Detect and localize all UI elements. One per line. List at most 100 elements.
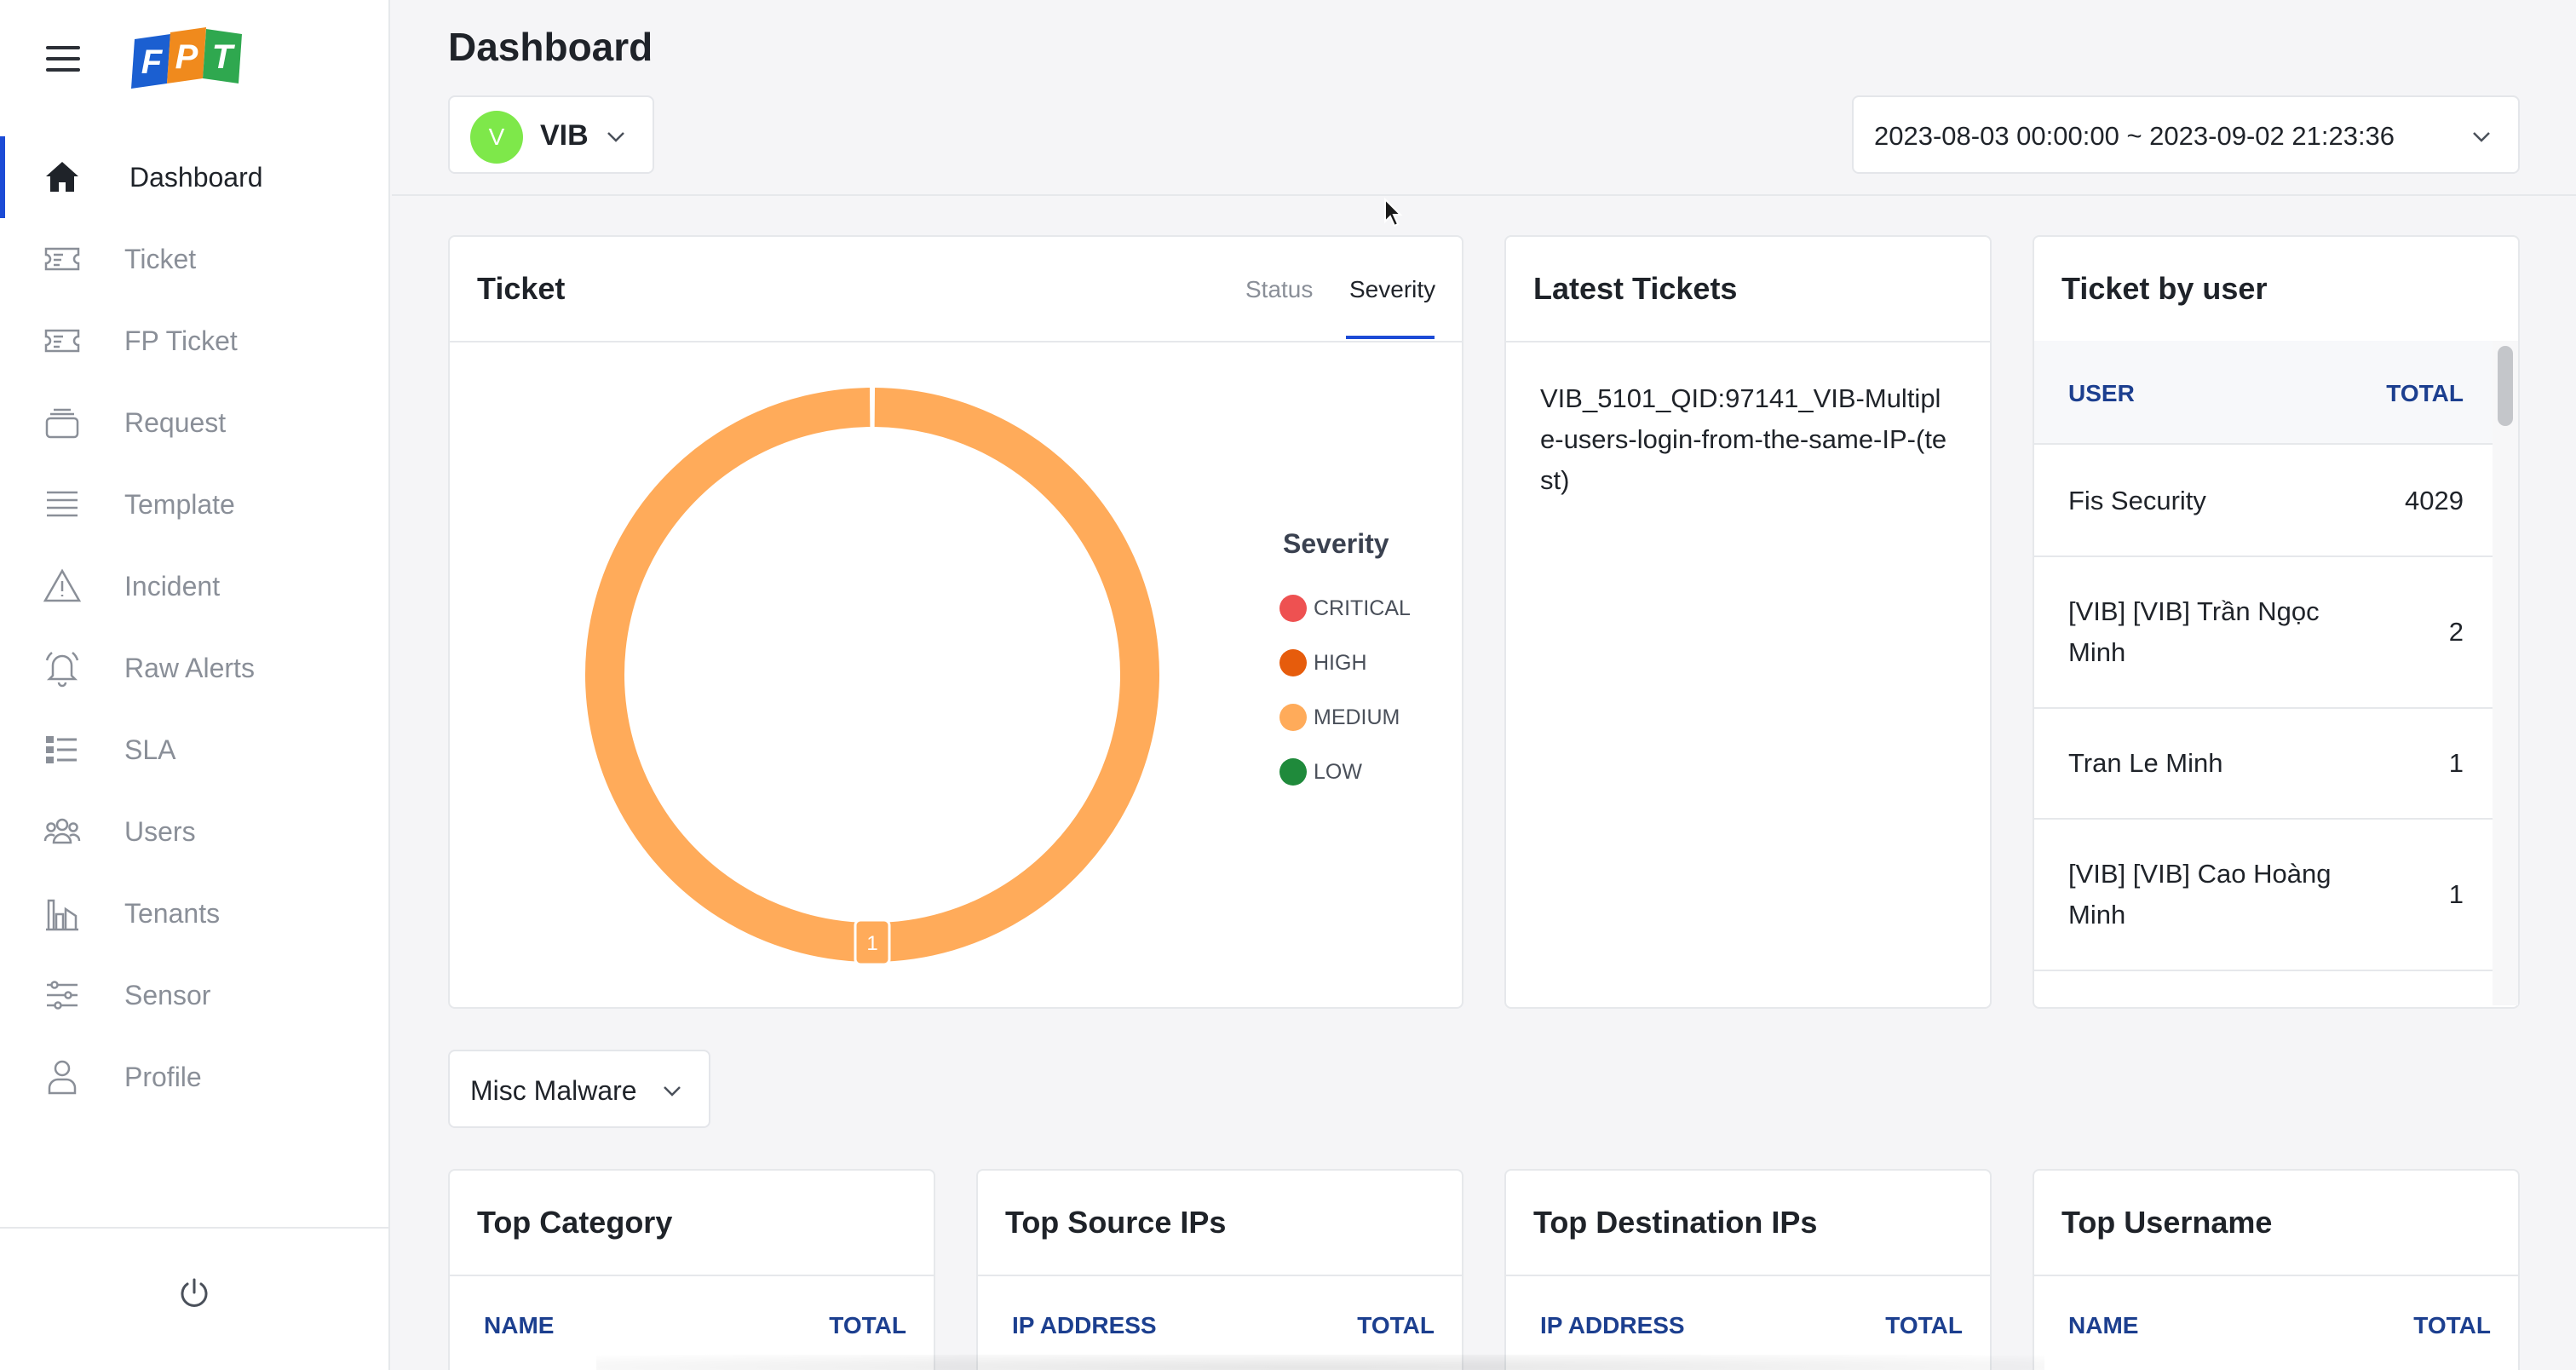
sidebar-item-dashboard[interactable]: Dashboard <box>0 136 390 218</box>
sidebar-item-template[interactable]: Template <box>0 463 390 545</box>
warning-icon <box>43 568 82 602</box>
bell-icon <box>45 652 79 688</box>
legend-label: HIGH <box>1314 650 1367 675</box>
donut-slice-medium[interactable] <box>585 388 1159 962</box>
top-source-ips-header: Top Source IPs <box>978 1171 1462 1276</box>
building-icon <box>46 899 78 931</box>
legend-label: CRITICAL <box>1314 596 1411 620</box>
latest-tickets-card: Latest Tickets <box>1504 235 1992 1009</box>
sidebar-item-label: SLA <box>124 734 176 765</box>
legend-dot-medium <box>1279 704 1307 731</box>
ticket-by-user-header: Ticket by user <box>2034 237 2518 342</box>
chevron-down-icon <box>607 132 624 142</box>
column-header-total: TOTAL <box>2413 1312 2491 1338</box>
chevron-down-icon <box>2473 132 2490 142</box>
sidebar-item-label: Incident <box>124 570 221 602</box>
column-header-total: TOTAL <box>829 1312 906 1338</box>
top-category-header: Top Category <box>450 1171 934 1276</box>
tenant-name: VIB <box>540 119 589 152</box>
ticket-by-user-title: Ticket by user <box>2061 271 2268 306</box>
fpt-logo[interactable]: F P T <box>129 24 245 97</box>
date-range-picker[interactable]: 2023-08-03 00:00:00 ~ 2023-09-02 21:23:3… <box>1852 95 2520 174</box>
top-category-card: Top Category NAME TOTAL <box>448 1169 935 1370</box>
sidebar: F P T Dashboard Ticket FP Ticket Request… <box>0 0 390 1370</box>
sidebar-footer <box>0 1227 390 1370</box>
sidebar-item-users[interactable]: Users <box>0 791 390 872</box>
category-select[interactable]: Misc Malware <box>448 1050 710 1128</box>
scrollbar-track <box>2493 341 2518 1005</box>
list-icon <box>47 491 78 517</box>
tab-active-indicator <box>1346 336 1435 339</box>
legend-item-high[interactable]: HIGH <box>1279 648 1367 678</box>
top-destination-ips-card: Top Destination IPs IP ADDRESS TOTAL <box>1504 1169 1992 1370</box>
latest-ticket-link[interactable]: VIB_5101_QID:97141_VIB-Multiple-users-lo… <box>1540 378 1949 501</box>
legend-item-low[interactable]: LOW <box>1279 757 1362 787</box>
column-header-ip-address: IP ADDRESS <box>1012 1312 1157 1338</box>
date-range-value: 2023-08-03 00:00:00 ~ 2023-09-02 21:23:3… <box>1874 121 2395 151</box>
tenant-select[interactable]: V VIB <box>448 95 654 174</box>
users-icon <box>43 818 81 844</box>
column-header-ip-address: IP ADDRESS <box>1540 1312 1685 1338</box>
user-name: Tran Le Minh <box>2068 748 2223 778</box>
legend-dot-high <box>1279 649 1307 676</box>
table-row: [VIB] [VIB] Trần Ngọc Minh 2 <box>2034 557 2493 709</box>
tab-severity[interactable]: Severity <box>1349 276 1435 303</box>
user-total: 1 <box>2448 748 2464 778</box>
latest-tickets-header: Latest Tickets <box>1506 237 1990 342</box>
power-icon[interactable] <box>177 1276 211 1310</box>
top-source-ips-title: Top Source IPs <box>1005 1205 1227 1240</box>
header-divider <box>392 194 2576 196</box>
legend-dot-low <box>1279 758 1307 786</box>
sidebar-item-sensor[interactable]: Sensor <box>0 954 390 1036</box>
user-total: 1 <box>2448 879 2464 909</box>
top-destination-ips-title: Top Destination IPs <box>1533 1205 1818 1240</box>
ticket-card-header: Ticket Status Severity <box>450 237 1462 342</box>
column-header-user: USER <box>2068 380 2135 406</box>
scrollbar-thumb[interactable] <box>2498 346 2513 426</box>
column-header-name: NAME <box>484 1312 555 1338</box>
latest-tickets-title: Latest Tickets <box>1533 271 1738 306</box>
sidebar-item-label: Profile <box>124 1061 202 1092</box>
checklist-icon <box>46 736 77 763</box>
sidebar-item-profile[interactable]: Profile <box>0 1036 390 1118</box>
legend-title: Severity <box>1283 528 1389 559</box>
sidebar-item-label: Dashboard <box>129 161 263 193</box>
sidebar-item-ticket[interactable]: Ticket <box>0 218 390 300</box>
column-header-name: NAME <box>2068 1312 2139 1338</box>
tab-status[interactable]: Status <box>1245 276 1313 303</box>
logo-letter-p: P <box>175 38 198 76</box>
sidebar-item-raw-alerts[interactable]: Raw Alerts <box>0 627 390 709</box>
sidebar-item-request[interactable]: Request <box>0 382 390 463</box>
sidebar-item-sla[interactable]: SLA <box>0 709 390 791</box>
table-row: Tran Le Minh 1 <box>2034 709 2493 820</box>
column-header-total: TOTAL <box>1357 1312 1435 1338</box>
column-header-total: TOTAL <box>2386 380 2464 406</box>
user-name: [VIB] [VIB] Trần Ngọc Minh <box>2068 596 2320 667</box>
mouse-cursor-icon <box>1384 198 1403 227</box>
top-category-title: Top Category <box>477 1205 673 1240</box>
page-title: Dashboard <box>448 25 653 69</box>
category-select-value: Misc Malware <box>470 1075 637 1106</box>
chevron-down-icon <box>664 1086 681 1097</box>
table-header-row: USER TOTAL <box>2034 341 2493 445</box>
sidebar-item-tenants[interactable]: Tenants <box>0 872 390 954</box>
top-destination-ips-header: Top Destination IPs <box>1506 1171 1990 1276</box>
legend-item-critical[interactable]: CRITICAL <box>1279 593 1411 624</box>
home-icon <box>46 162 78 192</box>
user-name: [VIB] [VIB] Cao Hoàng Minh <box>2068 859 2332 930</box>
menu-toggle-icon[interactable] <box>46 46 80 75</box>
sidebar-item-label: FP Ticket <box>124 325 238 356</box>
legend-dot-critical <box>1279 595 1307 622</box>
bottom-shadow <box>596 1355 2044 1370</box>
stack-icon <box>45 408 79 439</box>
sidebar-item-incident[interactable]: Incident <box>0 545 390 627</box>
legend-item-medium[interactable]: MEDIUM <box>1279 702 1400 733</box>
user-name: Fis Security <box>2068 486 2206 515</box>
tenant-avatar: V <box>470 111 523 164</box>
table-row: [VIB] [VIB] Cao Hoàng Minh 1 <box>2034 820 2493 971</box>
sidebar-item-label: Request <box>124 406 227 438</box>
legend-label: LOW <box>1314 759 1362 784</box>
sidebar-item-fp-ticket[interactable]: FP Ticket <box>0 300 390 382</box>
sliders-icon <box>47 981 78 1010</box>
user-total: 4029 <box>2405 486 2464 515</box>
